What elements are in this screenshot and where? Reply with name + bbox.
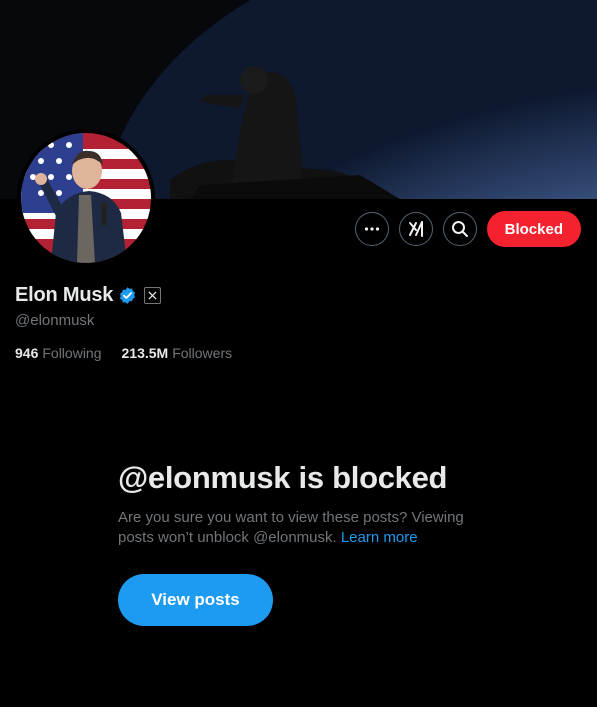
profile-name: Elon Musk <box>15 284 114 306</box>
learn-more-link[interactable]: Learn more <box>341 529 418 546</box>
profile-name-row: Elon Musk <box>15 284 162 307</box>
followers-count: 213.5M <box>121 345 169 361</box>
profile-stats: 946 Following 213.5M Followers <box>15 345 232 361</box>
grok-icon <box>408 221 423 237</box>
followers-label: Followers <box>172 345 233 361</box>
more-dots-icon <box>364 227 379 231</box>
blocked-title: @elonmusk is blocked <box>118 460 448 495</box>
blocked-message: Are you sure you want to view these post… <box>118 508 498 548</box>
x-logo-icon <box>148 291 157 300</box>
followers-link[interactable]: 213.5M Followers <box>122 345 233 361</box>
verified-badge-icon[interactable] <box>118 286 137 305</box>
search-icon <box>451 221 468 237</box>
following-label: Following <box>42 345 102 361</box>
view-posts-button[interactable]: View posts <box>118 574 273 626</box>
following-count: 946 <box>15 345 39 361</box>
grok-button[interactable] <box>398 212 433 246</box>
blocked-button[interactable]: Blocked <box>486 211 581 247</box>
blocked-notice: @elonmusk is blocked Are you sure you wa… <box>118 460 498 548</box>
avatar[interactable] <box>17 129 155 267</box>
affiliate-badge[interactable] <box>144 287 162 304</box>
avatar-image <box>21 133 151 263</box>
profile-handle: @elonmusk <box>15 312 95 329</box>
following-link[interactable]: 946 Following <box>15 345 102 361</box>
more-button[interactable] <box>354 212 389 246</box>
search-button[interactable] <box>442 212 477 246</box>
profile-actions: Blocked <box>354 211 581 247</box>
